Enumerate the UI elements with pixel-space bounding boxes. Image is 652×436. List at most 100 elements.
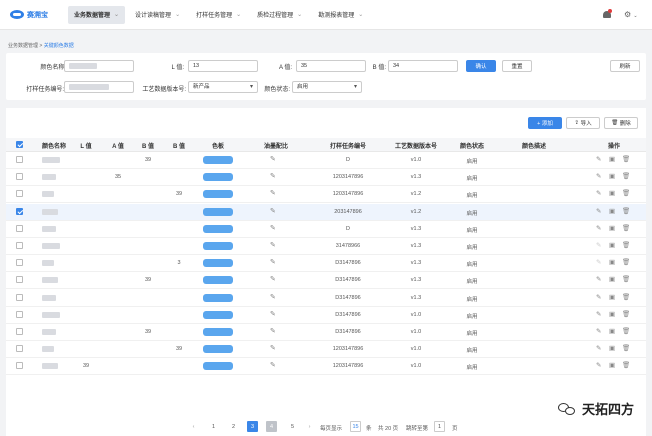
copy-icon[interactable]: ▣ — [609, 258, 615, 266]
table-row[interactable]: 39 ✎ D3147896 v1.0 启用 ✎ ▣ 🗑 — [6, 324, 646, 341]
trash-icon[interactable]: 🗑 — [622, 207, 630, 215]
breadcrumb-parent[interactable]: 业务数据管理 — [8, 43, 38, 49]
row-checkbox[interactable] — [16, 224, 23, 232]
ink-formula-icon[interactable]: ✎ — [270, 293, 276, 301]
copy-icon[interactable]: ▣ — [609, 293, 615, 301]
copy-icon[interactable]: ▣ — [609, 241, 615, 249]
table-row[interactable]: 39 ✎ 1203147896 v1.2 启用 ✎ ▣ 🗑 — [6, 186, 646, 204]
edit-icon[interactable]: ✎ — [596, 275, 601, 283]
jump-page-input[interactable]: 1 — [434, 421, 445, 432]
table-row[interactable]: ✎ D3147896 v1.0 启用 ✎ ▣ 🗑 — [6, 307, 646, 324]
trash-icon[interactable]: 🗑 — [622, 293, 630, 301]
b-value-input[interactable]: 34 — [388, 60, 458, 72]
nav-item-quality-inspection[interactable]: 质检过程管理 ⌄ — [251, 6, 308, 24]
row-checkbox[interactable] — [16, 259, 23, 267]
col-version[interactable]: 工艺数据版本号 — [388, 141, 444, 150]
ink-formula-icon[interactable]: ✎ — [270, 344, 276, 352]
edit-icon[interactable]: ✎ — [596, 310, 601, 318]
next-page-icon[interactable]: › — [304, 421, 315, 432]
nav-item-proofing-task[interactable]: 打样任务管理 ⌄ — [190, 6, 247, 24]
row-checkbox[interactable] — [16, 242, 23, 249]
task-number-input[interactable] — [64, 81, 134, 93]
nav-item-design-manuscript[interactable]: 设计读稿管理 ⌄ — [129, 6, 186, 24]
ink-formula-icon[interactable]: ✎ — [270, 310, 276, 318]
trash-icon[interactable]: 🗑 — [622, 327, 630, 335]
row-checkbox[interactable] — [16, 156, 23, 163]
page-4[interactable]: 4 — [266, 421, 277, 432]
row-checkbox[interactable] — [16, 276, 23, 284]
col-swatch[interactable]: 色板 — [206, 141, 230, 150]
trash-icon[interactable]: 🗑 — [622, 258, 630, 266]
trash-icon[interactable]: 🗑 — [622, 361, 630, 369]
a-value-input[interactable]: 35 — [296, 60, 366, 72]
ink-formula-icon[interactable]: ✎ — [270, 241, 276, 249]
col-b-value-2[interactable]: B 值 — [169, 141, 189, 150]
add-button[interactable]: + 添加 — [528, 117, 562, 129]
table-row[interactable]: 35 ✎ 1203147896 v1.3 启用 ✎ ▣ 🗑 — [6, 169, 646, 187]
table-row[interactable]: 39 ✎ Dv1.0 启用 ✎ ▣ 🗑 — [6, 152, 646, 169]
copy-icon[interactable]: ▣ — [609, 361, 615, 369]
col-b-value[interactable]: B 值 — [138, 141, 158, 150]
edit-icon[interactable]: ✎ — [596, 258, 601, 266]
page-3[interactable]: 3 — [247, 421, 258, 432]
row-checkbox[interactable] — [16, 293, 23, 301]
notification-bell-icon[interactable] — [602, 9, 612, 20]
edit-icon[interactable]: ✎ — [596, 361, 601, 369]
row-checkbox[interactable] — [16, 207, 23, 215]
trash-icon[interactable]: 🗑 — [622, 172, 630, 180]
table-row[interactable]: ✎ D3147896 v1.3 启用 ✎ ▣ 🗑 — [6, 290, 646, 307]
edit-icon[interactable]: ✎ — [596, 344, 601, 352]
l-value-input[interactable]: 13 — [188, 60, 258, 72]
trash-icon[interactable]: 🗑 — [622, 224, 630, 232]
reset-button[interactable]: 重置 — [502, 60, 532, 72]
ink-formula-icon[interactable]: ✎ — [270, 155, 276, 163]
page-2[interactable]: 2 — [228, 421, 239, 432]
trash-icon[interactable]: 🗑 — [622, 310, 630, 318]
col-l-value[interactable]: L 值 — [76, 141, 96, 150]
user-menu-icon[interactable]: ⚙ ⌄ — [624, 10, 638, 20]
copy-icon[interactable]: ▣ — [609, 155, 615, 163]
copy-icon[interactable]: ▣ — [609, 344, 615, 352]
col-a-value[interactable]: A 值 — [108, 141, 128, 150]
edit-icon[interactable]: ✎ — [596, 241, 601, 249]
table-row[interactable]: 3 ✎ D3147896 v1.3 启用 ✎ ▣ 🗑 — [6, 255, 646, 273]
copy-icon[interactable]: ▣ — [609, 224, 615, 232]
edit-icon[interactable]: ✎ — [596, 327, 601, 335]
copy-icon[interactable]: ▣ — [609, 310, 615, 318]
copy-icon[interactable]: ▣ — [609, 172, 615, 180]
refresh-button[interactable]: 刷新 — [610, 60, 640, 72]
version-select[interactable]: 新产品 ▾ — [188, 81, 258, 93]
edit-icon[interactable]: ✎ — [596, 172, 601, 180]
query-button[interactable]: 确认 — [466, 60, 496, 72]
ink-formula-icon[interactable]: ✎ — [270, 189, 276, 197]
copy-icon[interactable]: ▣ — [609, 327, 615, 335]
table-row[interactable]: ✎ Dv1.3 启用 ✎ ▣ 🗑 — [6, 221, 646, 238]
ink-formula-icon[interactable]: ✎ — [270, 361, 276, 369]
color-name-input[interactable] — [64, 60, 134, 72]
ink-formula-icon[interactable]: ✎ — [270, 258, 276, 266]
ink-formula-icon[interactable]: ✎ — [270, 224, 276, 232]
row-checkbox[interactable] — [16, 190, 23, 198]
delete-button[interactable]: 🗑 删除 — [604, 117, 638, 129]
import-button[interactable]: ⇪ 导入 — [566, 117, 600, 129]
ink-formula-icon[interactable]: ✎ — [270, 207, 276, 215]
edit-icon[interactable]: ✎ — [596, 189, 601, 197]
trash-icon[interactable]: 🗑 — [622, 344, 630, 352]
col-status[interactable]: 颜色状态 — [452, 141, 492, 150]
row-checkbox[interactable] — [16, 362, 23, 370]
copy-icon[interactable]: ▣ — [609, 275, 615, 283]
edit-icon[interactable]: ✎ — [596, 155, 601, 163]
col-color-name[interactable]: 颜色名称 — [34, 141, 74, 150]
trash-icon[interactable]: 🗑 — [622, 241, 630, 249]
edit-icon[interactable]: ✎ — [596, 207, 601, 215]
table-row[interactable]: 39 ✎ 1203147896 v1.0 启用 ✎ ▣ 🗑 — [6, 358, 646, 376]
row-checkbox[interactable] — [16, 173, 23, 181]
row-checkbox[interactable] — [16, 310, 23, 318]
ink-formula-icon[interactable]: ✎ — [270, 327, 276, 335]
trash-icon[interactable]: 🗑 — [622, 189, 630, 197]
col-ink-ratio[interactable]: 油墨配比 — [256, 141, 296, 150]
page-1[interactable]: 1 — [208, 421, 219, 432]
edit-icon[interactable]: ✎ — [596, 224, 601, 232]
table-row[interactable]: ✎ 203147896 v1.2 启用 ✎ ▣ 🗑 — [6, 203, 646, 221]
prev-page-icon[interactable]: ‹ — [188, 421, 199, 432]
